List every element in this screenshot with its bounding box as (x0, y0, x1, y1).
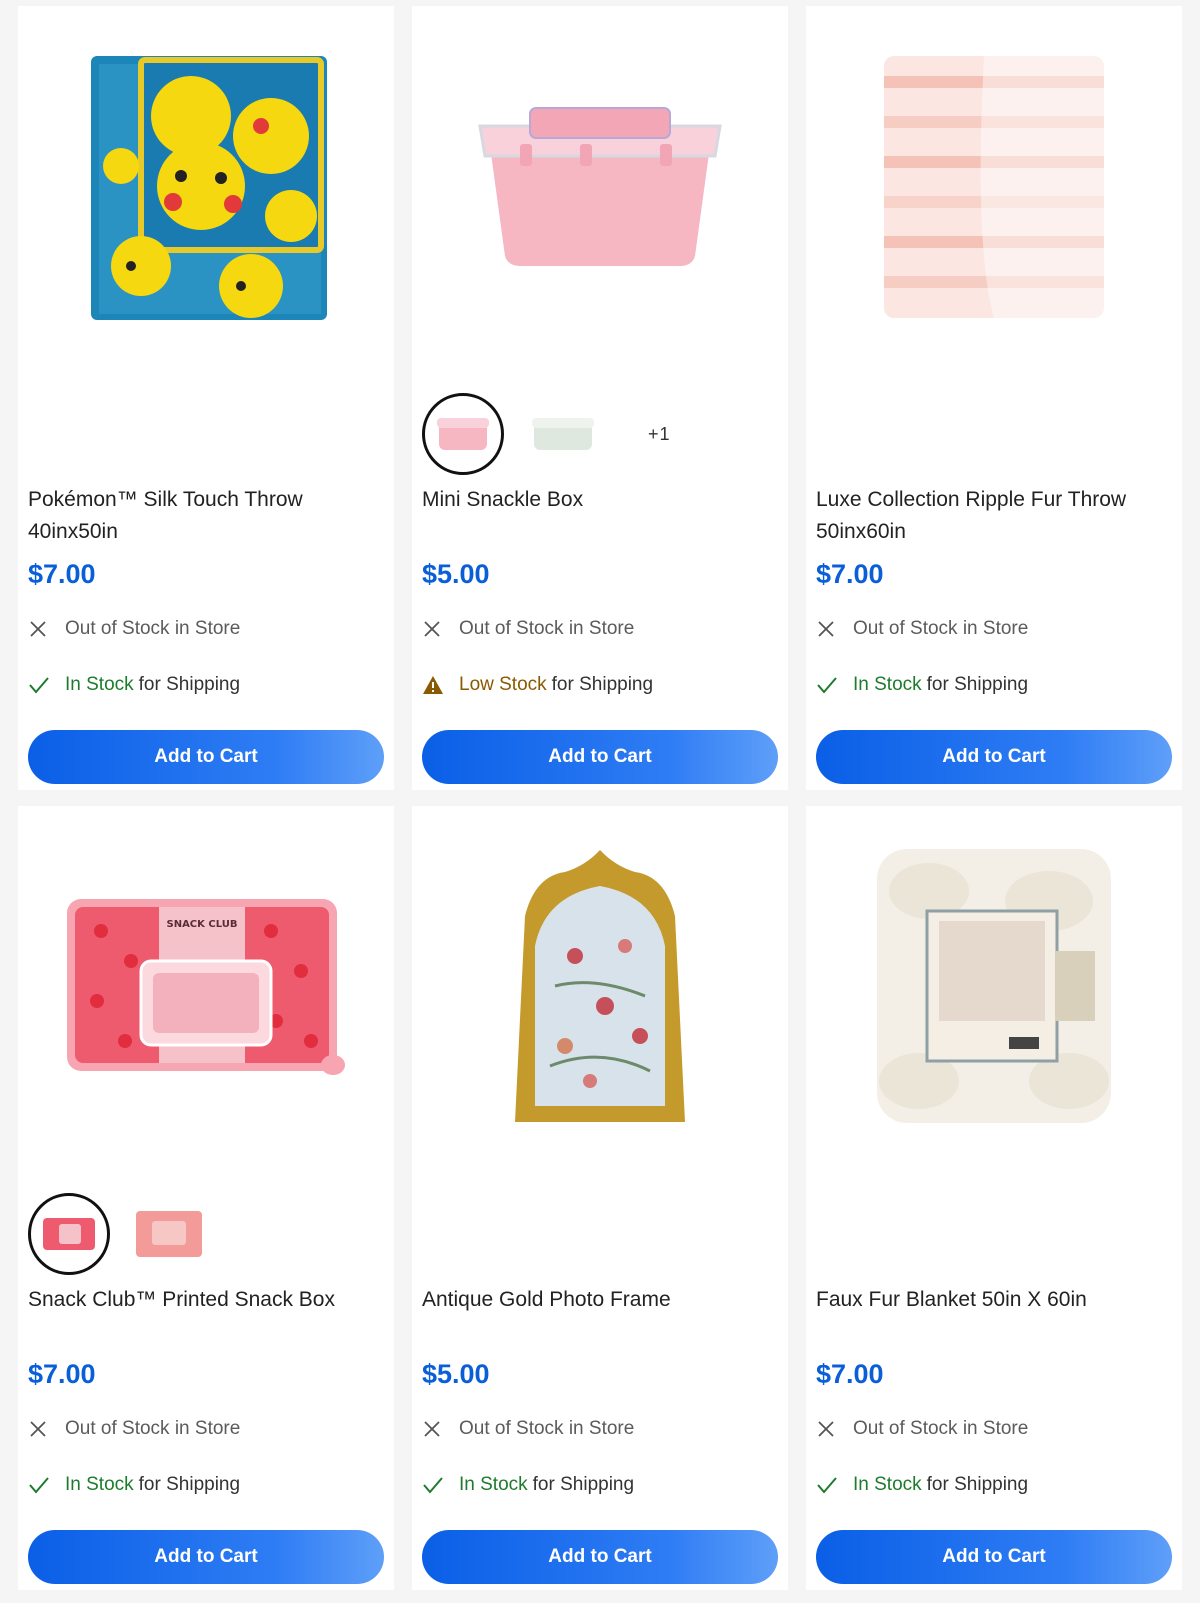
shipping-availability: In Stock for Shipping (816, 1474, 1028, 1496)
add-to-cart-button[interactable]: Add to Cart (28, 730, 384, 784)
store-availability: Out of Stock in Store (28, 1418, 240, 1440)
shipping-suffix: for Shipping (138, 674, 241, 695)
color-swatches (28, 1192, 210, 1276)
check-icon (422, 1475, 448, 1495)
product-title[interactable]: Pokémon™ Silk Touch Throw 40inx50in (28, 484, 384, 548)
x-icon (28, 619, 54, 639)
product-price: $7.00 (28, 1359, 96, 1389)
add-to-cart-button[interactable]: Add to Cart (28, 1530, 384, 1584)
shipping-status-text: Low Stock (459, 674, 547, 695)
swatch-clear[interactable] (522, 393, 604, 475)
product-image[interactable] (806, 806, 1182, 1166)
add-to-cart-button[interactable]: Add to Cart (422, 730, 778, 784)
product-price: $7.00 (28, 559, 96, 589)
snack-container-image (478, 107, 722, 266)
product-price: $5.00 (422, 559, 490, 589)
shipping-status-text: In Stock (853, 674, 922, 695)
shipping-suffix: for Shipping (551, 674, 654, 695)
store-availability: Out of Stock in Store (28, 618, 240, 640)
product-title[interactable]: Snack Club™ Printed Snack Box (28, 1284, 384, 1316)
more-swatches[interactable]: +1 (648, 424, 671, 445)
shipping-suffix: for Shipping (926, 1474, 1029, 1495)
x-icon (816, 1419, 842, 1439)
shipping-suffix: for Shipping (926, 674, 1029, 695)
store-status-text: Out of Stock in Store (459, 1418, 635, 1439)
pokemon-throw-blanket-image (91, 56, 327, 320)
check-icon (28, 1475, 54, 1495)
shipping-availability: In Stock for Shipping (28, 674, 240, 696)
ripple-fur-throw-image (884, 56, 1104, 318)
shipping-availability: In Stock for Shipping (816, 674, 1028, 696)
add-to-cart-button[interactable]: Add to Cart (816, 730, 1172, 784)
store-availability: Out of Stock in Store (816, 618, 1028, 640)
shipping-availability: In Stock for Shipping (422, 1474, 634, 1496)
swatch-pink[interactable] (422, 393, 504, 475)
store-status-text: Out of Stock in Store (65, 618, 241, 639)
x-icon (816, 619, 842, 639)
snack-box-thumbnail (43, 1218, 95, 1250)
snack-box-thumbnail-alt (136, 1211, 202, 1257)
store-status-text: Out of Stock in Store (65, 1418, 241, 1439)
product-image[interactable] (806, 6, 1182, 366)
warning-icon (422, 675, 448, 695)
product-title[interactable]: Faux Fur Blanket 50in X 60in (816, 1284, 1172, 1316)
x-icon (422, 1419, 448, 1439)
clear-box-thumbnail (532, 418, 594, 450)
shipping-availability: In Stock for Shipping (28, 1474, 240, 1496)
product-price: $5.00 (422, 1359, 490, 1389)
faux-fur-blanket-image (877, 849, 1111, 1123)
product-title[interactable]: Antique Gold Photo Frame (422, 1284, 778, 1316)
shipping-status-text: In Stock (65, 1474, 134, 1495)
product-card[interactable]: SNACK CLUB Snack Club™ Printed Snack Box… (18, 806, 394, 1590)
product-image[interactable] (18, 6, 394, 366)
product-card[interactable]: Faux Fur Blanket 50in X 60in $7.00 Out o… (806, 806, 1182, 1590)
product-card[interactable]: Pokémon™ Silk Touch Throw 40inx50in $7.0… (18, 6, 394, 790)
strawberry-snack-box-image: SNACK CLUB (67, 899, 345, 1075)
store-status-text: Out of Stock in Store (853, 1418, 1029, 1439)
shipping-availability: Low Stock for Shipping (422, 674, 653, 696)
shipping-status-text: In Stock (459, 1474, 528, 1495)
product-card[interactable]: +1 Mini Snackle Box $5.00 Out of Stock i… (412, 6, 788, 790)
check-icon (816, 1475, 842, 1495)
pink-box-thumbnail (437, 418, 489, 450)
store-status-text: Out of Stock in Store (459, 618, 635, 639)
swatch-light-pink[interactable] (28, 1193, 110, 1275)
x-icon (28, 1419, 54, 1439)
check-icon (28, 675, 54, 695)
check-icon (816, 675, 842, 695)
product-grid: Pokémon™ Silk Touch Throw 40inx50in $7.0… (0, 0, 1200, 1603)
color-swatches: +1 (422, 392, 671, 476)
product-price: $7.00 (816, 559, 884, 589)
store-status-text: Out of Stock in Store (853, 618, 1029, 639)
store-availability: Out of Stock in Store (422, 1418, 634, 1440)
shipping-status-text: In Stock (65, 674, 134, 695)
product-image[interactable]: SNACK CLUB (18, 806, 394, 1166)
add-to-cart-button[interactable]: Add to Cart (422, 1530, 778, 1584)
product-card[interactable]: Luxe Collection Ripple Fur Throw 50inx60… (806, 6, 1182, 790)
gold-photo-frame-image (515, 850, 685, 1122)
add-to-cart-button[interactable]: Add to Cart (816, 1530, 1172, 1584)
product-card[interactable]: Antique Gold Photo Frame $5.00 Out of St… (412, 806, 788, 1590)
shipping-suffix: for Shipping (532, 1474, 635, 1495)
swatch-pink[interactable] (128, 1193, 210, 1275)
store-availability: Out of Stock in Store (816, 1418, 1028, 1440)
shipping-suffix: for Shipping (138, 1474, 241, 1495)
product-image[interactable] (412, 6, 788, 366)
svg-text:SNACK CLUB: SNACK CLUB (167, 919, 238, 930)
product-image[interactable] (412, 806, 788, 1166)
store-availability: Out of Stock in Store (422, 618, 634, 640)
product-title[interactable]: Mini Snackle Box (422, 484, 778, 516)
shipping-status-text: In Stock (853, 1474, 922, 1495)
product-price: $7.00 (816, 1359, 884, 1389)
x-icon (422, 619, 448, 639)
product-title[interactable]: Luxe Collection Ripple Fur Throw 50inx60… (816, 484, 1172, 548)
